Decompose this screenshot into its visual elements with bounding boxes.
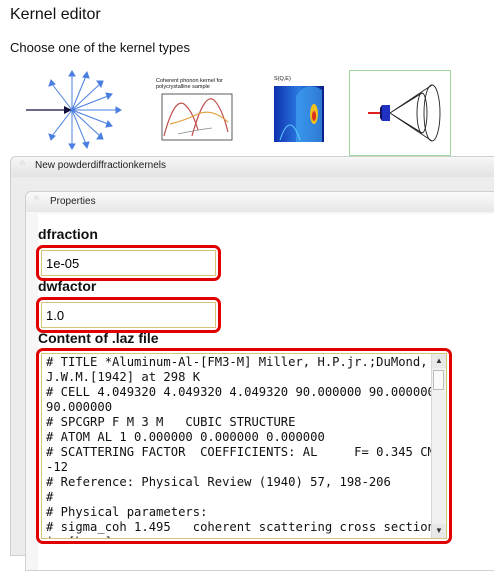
kernel-chooser-prompt: Choose one of the kernel types — [10, 40, 190, 55]
kernel-option-powder-diffraction[interactable] — [349, 70, 451, 156]
window-title: Kernel editor — [10, 6, 101, 23]
collapse-caret-icon[interactable]: ^ — [34, 195, 39, 206]
powder-diffraction-icon — [368, 84, 441, 142]
dwfactor-label: dwfactor — [38, 278, 97, 294]
scroll-up-arrow-icon[interactable]: ▲ — [432, 354, 446, 368]
laz-content-textarea[interactable]: # TITLE *Aluminum-Al-[FM3-M] Miller, H.P… — [41, 353, 447, 539]
kernel-panel-title: New powderdiffractionkernels — [35, 160, 166, 171]
properties-panel-title: Properties — [50, 196, 96, 207]
collapse-caret-icon[interactable]: ^ — [20, 160, 25, 171]
scroll-down-arrow-icon[interactable]: ▼ — [432, 524, 446, 538]
kernel-option-phonon[interactable]: Coherent phonon kernel for polycrystalli… — [152, 70, 238, 156]
sans-icon — [26, 70, 122, 150]
laz-scrollbar[interactable]: ▲ ▼ — [431, 354, 446, 538]
laz-content-label: Content of .laz file — [38, 330, 159, 346]
properties-body: dfraction dwfactor Content of .laz file … — [36, 214, 494, 570]
properties-panel: ^ Properties dfraction dwfactor Content … — [25, 191, 494, 571]
scroll-thumb[interactable] — [433, 370, 444, 390]
sqe-kernel-icon — [274, 86, 324, 142]
kernel-option-sqe[interactable]: S(Q,E) — [266, 70, 332, 156]
kernel-option-sans[interactable] — [20, 70, 138, 156]
laz-content-text: # TITLE *Aluminum-Al-[FM3-M] Miller, H.P… — [46, 355, 435, 538]
properties-panel-header[interactable]: ^ Properties — [26, 192, 494, 212]
dfraction-label: dfraction — [38, 226, 98, 242]
dfraction-input[interactable] — [41, 250, 216, 276]
phonon-kernel-icon — [161, 93, 233, 141]
kernel-panel: ^ New powderdiffractionkernels ^ Propert… — [10, 156, 494, 571]
kernel-panel-header[interactable]: ^ New powderdiffractionkernels — [11, 157, 494, 177]
dwfactor-input[interactable] — [41, 302, 216, 328]
